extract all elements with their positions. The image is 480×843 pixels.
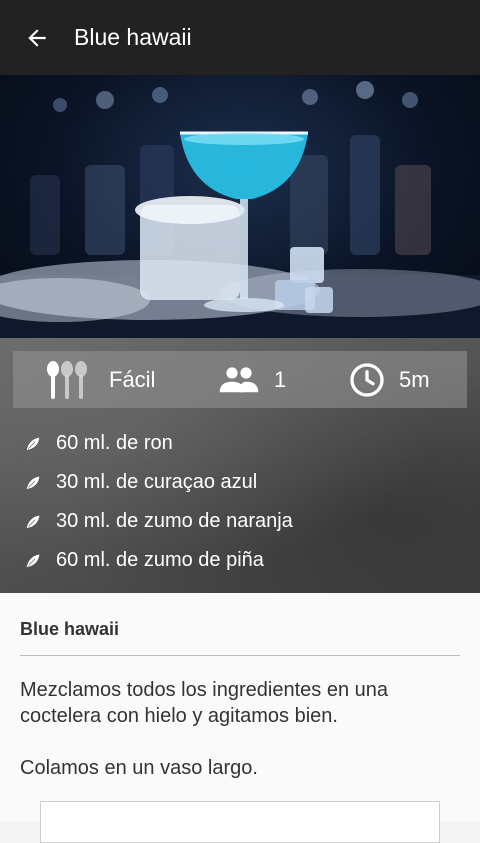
ingredient-item: 60 ml. de zumo de piña [24,541,293,580]
leaf-icon [25,514,41,529]
leaf-icon [25,436,41,451]
ingredient-item: 30 ml. de zumo de naranja [24,502,293,541]
difficulty-label: Fácil [109,366,156,392]
instruction-paragraph: Colamos en un vaso largo. [20,757,258,779]
back-button[interactable] [0,0,74,75]
divider [20,655,460,656]
app-bar: Blue hawaii [0,0,480,75]
page-title: Blue hawaii [74,24,192,50]
ingredient-list: 60 ml. de ron 30 ml. de curaçao azul 30 … [24,424,293,580]
recipe-summary: Fácil 1 5m 60 ml. de ron 30 ml. de curaç… [0,338,480,593]
arrow-left-icon [28,28,46,47]
servings-stat: 1 [218,351,286,408]
recipe-photo [0,75,480,338]
cutlery-icon [47,360,87,399]
instructions-text: Mezclamos todos los ingredientes en una … [20,677,460,807]
difficulty-stat: Fácil [45,351,155,408]
instruction-paragraph: Mezclamos todos los ingredientes en una … [20,679,388,727]
leaf-icon [25,553,41,568]
time-stat: 5m [349,351,430,408]
ingredient-text: 30 ml. de zumo de naranja [56,510,293,532]
content-box [40,801,440,843]
ingredient-text: 30 ml. de curaçao azul [56,471,258,493]
ingredient-item: 30 ml. de curaçao azul [24,463,293,502]
servings-label: 1 [274,366,287,392]
time-label: 5m [399,366,430,392]
clock-icon [350,362,384,397]
instructions-card: Blue hawaii Mezclamos todos los ingredie… [0,593,480,843]
people-icon [219,366,259,392]
leaf-icon [25,475,41,490]
stats-bar: Fácil 1 5m [13,351,467,408]
ingredient-text: 60 ml. de ron [56,432,173,454]
ingredient-text: 60 ml. de zumo de piña [56,549,264,571]
ingredient-item: 60 ml. de ron [24,424,293,463]
card-title: Blue hawaii [20,619,120,639]
